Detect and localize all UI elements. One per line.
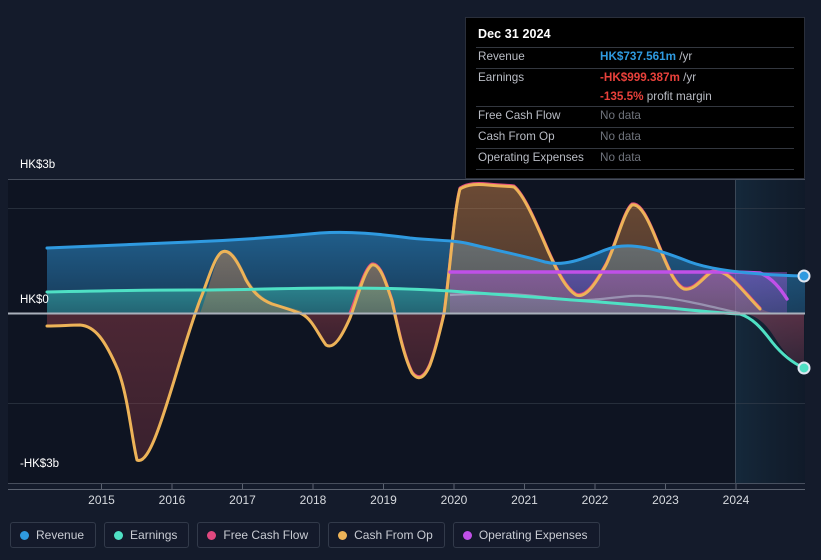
x-axis-label-2020: 2020 — [440, 493, 468, 507]
tooltip-number-revenue: HK$737.561m — [600, 50, 677, 63]
tooltip-unit-earnings: /yr — [683, 71, 697, 84]
tooltip-row-cash-from-op: Cash From Op No data — [476, 127, 794, 148]
x-axis-label-2017: 2017 — [229, 493, 256, 507]
x-axis-label-2015: 2015 — [88, 493, 115, 507]
tooltip-label-revenue: Revenue — [478, 50, 525, 63]
revenue-endpoint-marker — [797, 269, 811, 283]
legend-color-dot — [462, 530, 472, 540]
y-axis-label-top: HK$3b — [20, 159, 56, 171]
tooltip-margin-label: profit margin — [646, 90, 712, 103]
tooltip-value-revenue: HK$737.561m /yr — [600, 50, 692, 63]
x-axis-label-2018: 2018 — [299, 493, 327, 507]
x-axis-label-2023: 2023 — [652, 493, 679, 507]
x-axis-label-2016: 2016 — [158, 493, 186, 507]
earnings-endpoint-marker — [797, 361, 811, 375]
tooltip-value-free-cash-flow: No data — [600, 109, 641, 122]
tooltip-value-cash-from-op: No data — [600, 130, 641, 143]
x-axis-label-2019: 2019 — [370, 493, 397, 507]
legend-color-dot — [20, 530, 29, 540]
legend-label: Free Cash Flow — [223, 528, 309, 542]
operating-expenses-area — [450, 272, 787, 313]
y-axis-label-zero: HK$0 — [20, 294, 49, 306]
legend-label: Earnings — [130, 528, 178, 542]
tooltip-row-earnings: Earnings -HK$999.387m /yr — [476, 68, 794, 89]
x-axis-label-2024: 2024 — [722, 493, 750, 507]
tooltip-margin-value: -135.5% — [600, 90, 644, 103]
legend-color-dot — [114, 530, 124, 540]
tooltip-label-operating-expenses: Operating Expenses — [478, 151, 584, 164]
legend-item-operating-expenses[interactable]: Operating Expenses — [452, 522, 600, 548]
tooltip-row-free-cash-flow: Free Cash Flow No data — [476, 106, 794, 127]
financial-chart: HK$3b HK$0 -HK$3b 2015 2016 2017 2018 2019 20… — [0, 0, 821, 560]
legend-color-dot — [207, 530, 217, 540]
legend-label: Cash From Op — [354, 528, 433, 542]
tooltip-label-free-cash-flow: Free Cash Flow — [478, 109, 561, 122]
legend-label: Operating Expenses — [478, 528, 588, 542]
tooltip-number-earnings: -HK$999.387m — [600, 71, 680, 84]
data-tooltip: Dec 31 2024 Revenue HK$737.561m /yr Earn… — [465, 17, 805, 179]
x-axis-label-2021: 2021 — [511, 493, 538, 507]
tooltip-profit-margin: -135.5% profit margin — [476, 89, 794, 106]
x-axis-label-2022: 2022 — [581, 493, 609, 507]
legend-item-cash-from-op[interactable]: Cash From Op — [328, 522, 445, 548]
tooltip-date: Dec 31 2024 — [478, 27, 551, 41]
tooltip-value-earnings: -HK$999.387m /yr — [600, 71, 696, 84]
y-axis-label-bottom: -HK$3b — [20, 458, 59, 470]
tooltip-label-cash-from-op: Cash From Op — [478, 130, 555, 143]
legend-item-revenue[interactable]: Revenue — [10, 522, 97, 548]
tooltip-value-operating-expenses: No data — [600, 151, 641, 164]
tooltip-unit-revenue: /yr — [679, 50, 693, 63]
tooltip-row-operating-expenses: Operating Expenses No data — [476, 148, 794, 169]
legend-color-dot — [338, 530, 348, 540]
tooltip-label-earnings: Earnings — [478, 71, 525, 84]
tooltip-footer-divider — [476, 169, 794, 172]
legend-label: Revenue — [36, 528, 85, 542]
tooltip-row-revenue: Revenue HK$737.561m /yr — [476, 47, 794, 68]
chart-legend: Revenue Earnings Free Cash Flow Cash From O… — [10, 522, 600, 548]
legend-item-earnings[interactable]: Earnings — [104, 522, 190, 548]
legend-item-free-cash-flow[interactable]: Free Cash Flow — [197, 522, 321, 548]
